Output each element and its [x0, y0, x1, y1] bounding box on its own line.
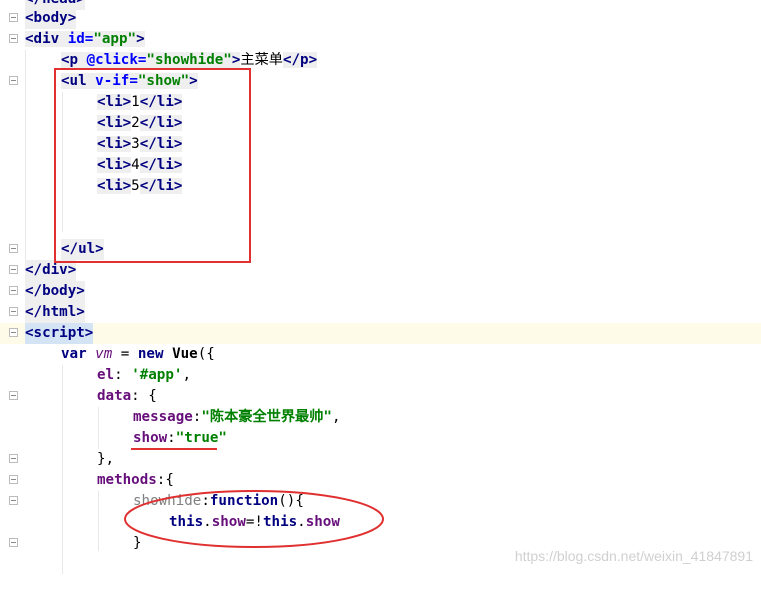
code-line: <div id="app">	[0, 29, 761, 50]
fold-marker-icon[interactable]	[9, 538, 18, 547]
fold-marker-icon[interactable]	[9, 307, 18, 316]
fold-marker-icon[interactable]	[9, 286, 18, 295]
p-open-tag: <p	[61, 52, 87, 68]
new-keyword: new	[137, 346, 173, 362]
fold-marker-icon[interactable]	[9, 34, 18, 43]
body-open-tag: <body>	[25, 8, 77, 29]
fold-marker-icon[interactable]	[9, 244, 18, 253]
punctuation: :{	[156, 472, 174, 488]
punctuation: :	[167, 430, 176, 446]
annotation-underline	[131, 448, 217, 450]
annotation-ellipse	[123, 489, 387, 555]
var-name: vm	[95, 346, 113, 362]
code-line: data: {	[0, 386, 761, 407]
punctuation: ,	[331, 409, 341, 425]
fold-marker-icon[interactable]	[9, 76, 18, 85]
menu-text: 主菜单	[240, 52, 283, 68]
code-editor[interactable]: </head> <body> <div id="app"> <p @click=…	[0, 0, 761, 574]
body-close-tag: </body>	[25, 281, 85, 302]
code-line: <body>	[0, 8, 761, 29]
attr-value: "showhide"	[146, 52, 232, 68]
fold-marker-icon[interactable]	[9, 391, 18, 400]
fold-marker-icon[interactable]	[9, 13, 18, 22]
p-close-tag: </p>	[282, 52, 318, 68]
vue-constructor: Vue	[172, 346, 198, 362]
code-line: var vm = new Vue({	[0, 344, 761, 365]
fold-marker-icon[interactable]	[9, 328, 18, 337]
attr-value: "app"	[93, 31, 137, 47]
annotation-box	[54, 68, 251, 263]
string-value: "陈本豪全世界最帅"	[201, 409, 332, 425]
code-line-current: <script>	[0, 323, 761, 344]
code-line: message:"陈本豪全世界最帅",	[0, 407, 761, 428]
prop-key: el	[97, 367, 115, 383]
punctuation: : {	[131, 388, 157, 404]
prop-key: show	[133, 430, 168, 446]
tag-bracket: >	[136, 31, 145, 47]
prop-key: message	[133, 409, 193, 425]
code-line: show:"true"	[0, 428, 761, 449]
prop-key: data	[97, 388, 132, 404]
html-close-tag: </html>	[25, 302, 85, 323]
code-line: el: '#app',	[0, 365, 761, 386]
var-keyword: var	[61, 346, 96, 362]
punctuation: },	[97, 451, 115, 467]
script-open-tag: <script>	[25, 323, 94, 344]
fold-marker-icon[interactable]	[9, 265, 18, 274]
prop-key: methods	[97, 472, 157, 488]
fold-marker-icon[interactable]	[9, 454, 18, 463]
punctuation: :	[114, 367, 132, 383]
code-line: },	[0, 449, 761, 470]
punctuation: ,	[182, 367, 191, 383]
fold-marker-icon[interactable]	[9, 475, 18, 484]
code-line: </body>	[0, 281, 761, 302]
attr-name: id=	[67, 31, 94, 47]
div-open-tag: <div	[25, 31, 68, 47]
code-line: </html>	[0, 302, 761, 323]
code-line: </div>	[0, 260, 761, 281]
watermark: https://blog.csdn.net/weixin_41847891	[514, 548, 753, 564]
div-close-tag: </div>	[25, 260, 77, 281]
operator: =	[112, 346, 138, 362]
code-line: methods:{	[0, 470, 761, 491]
string-value: "true"	[175, 430, 227, 446]
punctuation: ({	[197, 346, 215, 362]
fold-marker-icon[interactable]	[9, 496, 18, 505]
string-value: '#app'	[131, 367, 183, 383]
attr-name: @click=	[86, 52, 147, 68]
